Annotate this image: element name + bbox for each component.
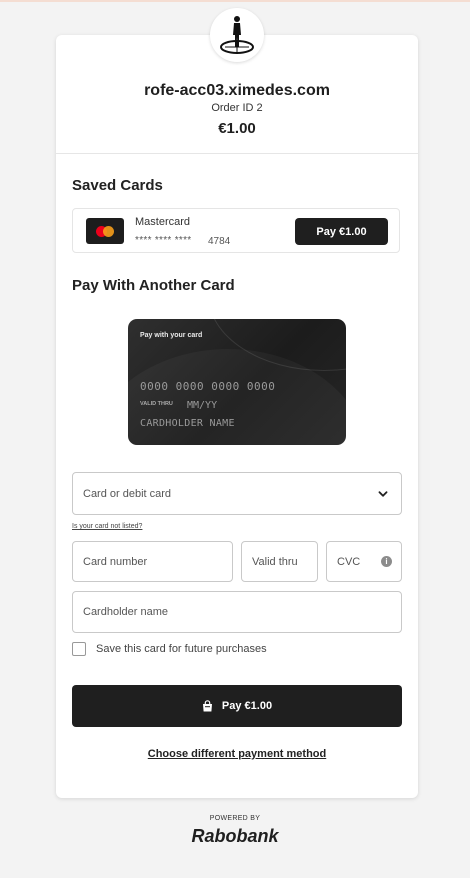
save-card-checkbox[interactable]	[72, 642, 86, 656]
card-type-select-value: Card or debit card	[83, 487, 172, 500]
cardholder-name-field[interactable]: Cardholder name	[72, 591, 402, 633]
header-divider	[56, 153, 418, 154]
card-type-select[interactable]: Card or debit card	[72, 472, 402, 515]
order-amount: €1.00	[218, 120, 256, 137]
mastercard-icon	[86, 218, 124, 244]
chevron-down-icon	[378, 491, 388, 497]
card-preview-expiry: MM/YY	[187, 400, 218, 411]
save-card-label: Save this card for future purchases	[96, 643, 267, 655]
cvc-field[interactable]: CVC i	[326, 541, 402, 582]
merchant-domain: rofe-acc03.ximedes.com	[144, 82, 330, 99]
pay-button[interactable]: Pay €1.00	[72, 685, 402, 727]
saved-cards-heading: Saved Cards	[72, 177, 163, 194]
card-preview-number: 0000 0000 0000 0000	[140, 380, 276, 393]
shopping-bag-icon	[202, 700, 212, 712]
saved-card-brand: Mastercard	[135, 216, 191, 228]
cvc-placeholder: CVC	[337, 555, 361, 568]
card-preview: Pay with your card 0000 0000 0000 0000 V…	[128, 319, 346, 445]
valid-thru-field[interactable]: Valid thru	[241, 541, 318, 582]
pay-saved-card-button[interactable]: Pay €1.00	[295, 218, 388, 245]
card-not-listed-link[interactable]: Is your card not listed?	[72, 523, 142, 530]
card-preview-label: Pay with your card	[140, 332, 203, 339]
saved-card-mask: **** **** ****	[135, 235, 192, 246]
choose-payment-method-link[interactable]: Choose different payment method	[56, 748, 418, 760]
info-icon[interactable]: i	[381, 556, 392, 567]
card-number-placeholder: Card number	[83, 555, 148, 568]
card-preview-holder: CARDHOLDER NAME	[140, 418, 235, 429]
card-number-field[interactable]: Card number	[72, 541, 233, 582]
another-card-heading: Pay With Another Card	[72, 277, 235, 294]
order-id: Order ID 2	[211, 102, 263, 114]
pay-button-label: Pay €1.00	[221, 700, 273, 712]
top-accent-line	[0, 0, 470, 2]
powered-by-label: POWERED BY	[209, 815, 261, 822]
valid-thru-placeholder: Valid thru	[252, 555, 298, 568]
card-preview-valid-thru: VALID THRU	[140, 401, 173, 407]
saved-card-row: Mastercard **** **** **** 4784 Pay €1.00	[72, 208, 400, 253]
saved-card-last4: 4784	[208, 236, 231, 247]
cardholder-name-placeholder: Cardholder name	[83, 606, 168, 618]
rabobank-logo: Rabobank	[191, 826, 279, 846]
merchant-logo-icon	[210, 8, 264, 62]
